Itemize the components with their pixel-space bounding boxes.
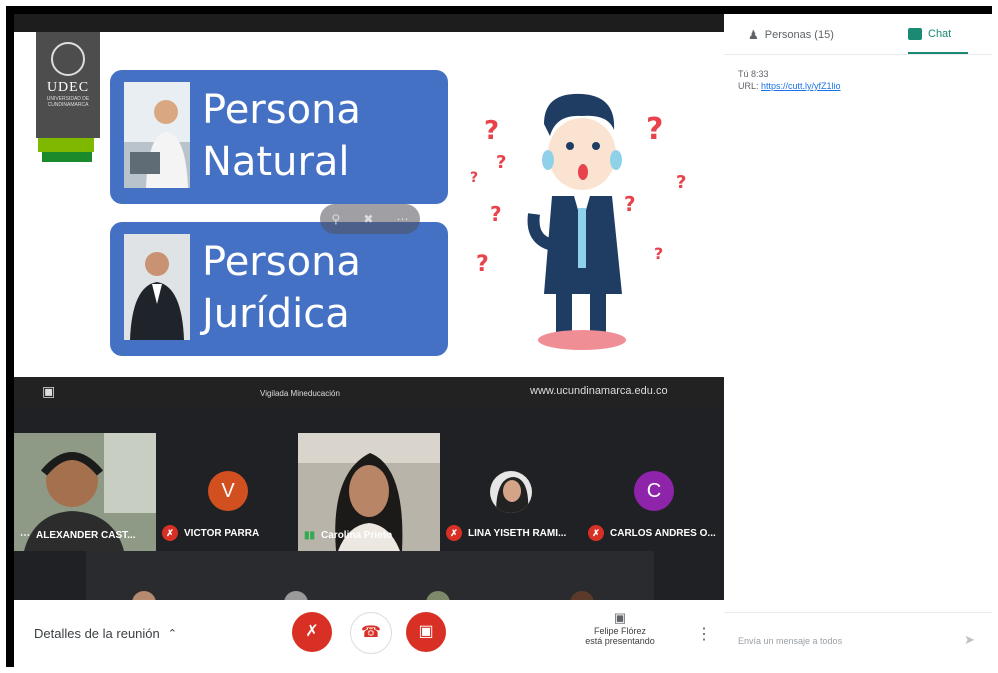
question-mark-icon: ? xyxy=(646,112,664,147)
logo-name: UDEC xyxy=(46,80,90,95)
confused-character-illustration xyxy=(527,93,626,350)
university-logo: UDEC UNIVERSIDAD DE CUNDINAMARCA xyxy=(36,32,100,138)
tab-chat-label: Chat xyxy=(928,28,952,40)
presentation-stage: UDEC UNIVERSIDAD DE CUNDINAMARCA Persona… xyxy=(14,32,724,377)
question-mark-icon: ? xyxy=(654,244,664,263)
card-persona-natural: Persona Natural xyxy=(110,70,448,204)
participant-tile[interactable]: ⋯ ALEXANDER CAST... xyxy=(14,433,156,551)
question-mark-icon: ? xyxy=(470,170,479,186)
presenter-name: Felipe Flórez xyxy=(593,626,647,636)
divider xyxy=(724,54,992,55)
logo-stripe xyxy=(38,138,94,152)
mic-off-icon: ✗ xyxy=(162,525,178,541)
question-mark-icon: ? xyxy=(490,202,502,226)
participant-tile[interactable]: ✗ LINA YISETH RAMI... xyxy=(440,433,582,551)
participant-name: LINA YISETH RAMI... xyxy=(468,527,567,539)
chat-input[interactable]: Envía un mensaje a todos xyxy=(738,636,938,646)
chat-icon xyxy=(908,28,922,40)
tab-chat[interactable]: Chat xyxy=(908,28,951,40)
card-title-line: Persona xyxy=(202,87,361,133)
participant-name: Carolina Prieto xyxy=(321,530,393,541)
participant-tile[interactable]: V ✗ VICTOR PARRA xyxy=(156,433,298,551)
slide-footer: ▣ Vigilada Mineducación www.ucundinamarc… xyxy=(14,377,724,407)
participant-label: ✗ VICTOR PARRA xyxy=(162,525,259,541)
camera-off-icon: ▣ xyxy=(418,623,434,640)
message-sender: Tú xyxy=(738,69,749,79)
avatar xyxy=(490,471,532,513)
footer-logo-icon: ▣ xyxy=(42,383,56,399)
participant-tile[interactable]: C ✗ CARLOS ANDRES O... xyxy=(582,433,724,551)
send-icon[interactable]: ➤ xyxy=(964,632,975,648)
footer-center-text: Vigilada Mineducación xyxy=(260,389,340,398)
mic-off-icon: ✗ xyxy=(305,623,319,640)
presentation-hover-controls: ⚲ ✖ ⋯ xyxy=(320,204,420,234)
message-body: URL: https://cutt.ly/yfZ1lio xyxy=(738,80,841,92)
footer-url: www.ucundinamarca.edu.co xyxy=(530,385,668,397)
card-title-line: Jurídica xyxy=(202,291,350,337)
avatar: C xyxy=(634,471,674,511)
participant-name: CARLOS ANDRES O... xyxy=(610,527,716,539)
participant-label: ⋯ ALEXANDER CAST... xyxy=(20,530,135,541)
message-time: 8:33 xyxy=(751,69,769,79)
present-screen-icon: ▣ xyxy=(613,610,627,625)
mute-presentation-icon[interactable]: ✖ xyxy=(363,212,373,226)
logo-subtitle: UNIVERSIDAD DE CUNDINAMARCA xyxy=(46,96,90,108)
chevron-up-icon: ⌃ xyxy=(167,628,177,640)
people-icon: ♟ xyxy=(748,28,759,42)
second-row-tiles xyxy=(86,551,654,603)
leave-call-button[interactable]: ☎ xyxy=(350,612,392,654)
participant-tile[interactable]: ▮▮ Carolina Prieto xyxy=(298,433,440,551)
person-photo xyxy=(124,82,190,188)
divider xyxy=(724,612,992,613)
participant-label: ✗ LINA YISETH RAMI... xyxy=(446,525,566,541)
mic-toggle-button[interactable]: ✗ xyxy=(292,612,332,652)
chat-message: Tú 8:33 URL: https://cutt.ly/yfZ1lio xyxy=(738,68,841,92)
participant-label: ✗ CARLOS ANDRES O... xyxy=(588,525,716,541)
participant-grid: ⋯ ALEXANDER CAST... V ✗ VICTOR PARRA ▮▮ … xyxy=(14,407,724,603)
message-header: Tú 8:33 xyxy=(738,68,841,80)
mic-off-icon: ✗ xyxy=(588,525,604,541)
question-mark-icon: ? xyxy=(496,152,507,173)
question-mark-icon: ? xyxy=(676,172,687,193)
card-title-line: Natural xyxy=(202,139,350,185)
question-mark-icon: ? xyxy=(484,116,500,146)
hang-up-icon: ☎ xyxy=(361,624,381,641)
presenting-indicator[interactable]: ▣ Felipe Flórez está presentando xyxy=(570,610,670,646)
question-mark-icon: ? xyxy=(476,252,489,277)
participant-label: ▮▮ Carolina Prieto xyxy=(304,530,392,541)
person-photo xyxy=(124,234,190,340)
message-prefix: URL: xyxy=(738,81,759,91)
top-bar xyxy=(14,14,724,32)
message-link[interactable]: https://cutt.ly/yfZ1lio xyxy=(761,81,841,91)
meeting-details-button[interactable]: Detalles de la reunión ⌃ xyxy=(34,626,177,641)
question-mark-icon: ? xyxy=(624,192,636,216)
logo-stripe xyxy=(42,152,92,162)
audio-level-icon: ▮▮ xyxy=(304,530,316,541)
camera-toggle-button[interactable]: ▣ xyxy=(406,612,446,652)
participant-name: VICTOR PARRA xyxy=(184,527,260,539)
tab-people[interactable]: ♟ Personas (15) xyxy=(748,28,834,42)
meeting-details-label: Detalles de la reunión xyxy=(34,626,160,641)
card-persona-juridica: Persona Jurídica xyxy=(110,222,448,356)
mic-off-icon: ✗ xyxy=(446,525,462,541)
more-options-icon[interactable]: ⋯ xyxy=(396,212,408,226)
side-panel: ♟ Personas (15) Chat Tú 8:33 URL: https:… xyxy=(724,14,992,667)
tab-people-label: Personas (15) xyxy=(764,29,834,41)
more-dots-icon: ⋯ xyxy=(20,530,30,541)
participant-name: ALEXANDER CAST... xyxy=(36,530,136,541)
seal-icon xyxy=(51,42,85,76)
bottom-control-bar: Detalles de la reunión ⌃ ✗ ☎ ▣ ▣ Felipe … xyxy=(14,600,724,667)
presenter-status: está presentando xyxy=(585,636,655,646)
avatar: V xyxy=(208,471,248,511)
more-options-button[interactable]: ⋮ xyxy=(696,624,712,644)
pin-icon[interactable]: ⚲ xyxy=(332,212,341,226)
card-title-line: Persona xyxy=(202,239,361,285)
